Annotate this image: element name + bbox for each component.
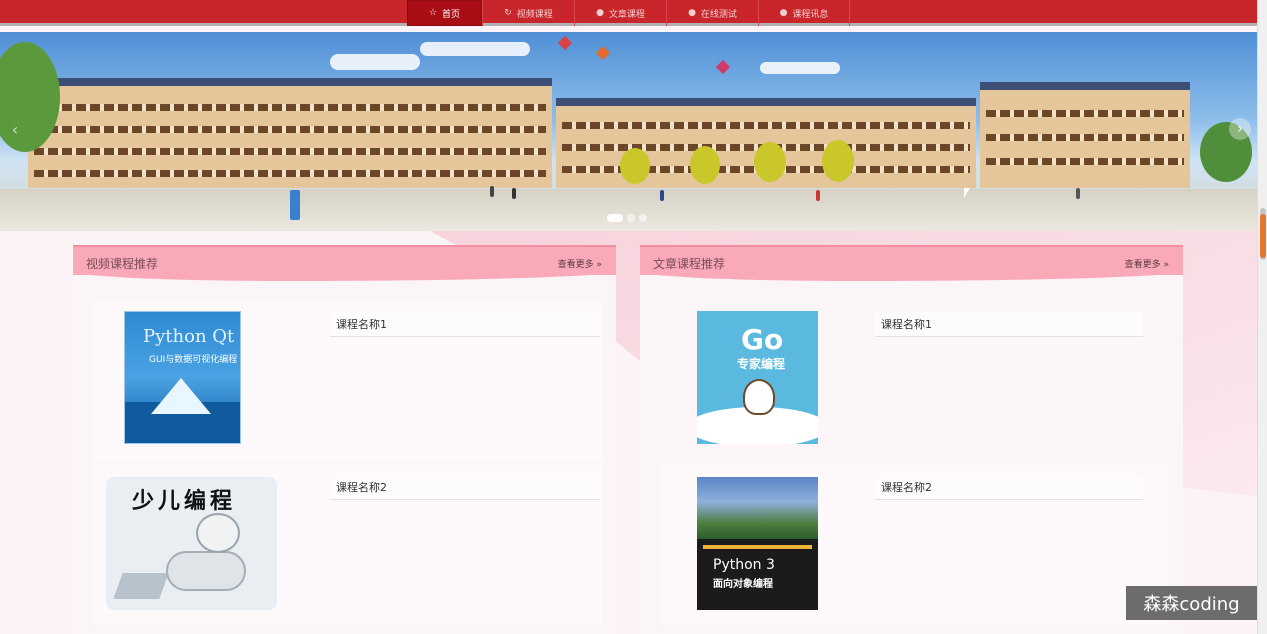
carousel-dot[interactable] <box>627 214 635 222</box>
course-cover-image[interactable]: 少儿编程 <box>106 477 277 610</box>
person <box>512 188 516 199</box>
refresh-icon: ↻ <box>504 8 512 18</box>
tree <box>754 142 786 182</box>
carousel-next-button[interactable]: › <box>1229 118 1251 140</box>
person <box>1076 188 1080 199</box>
cover-landscape <box>697 477 818 539</box>
cover-title: Go <box>741 323 784 356</box>
nav-item-label: 在线测试 <box>700 9 737 20</box>
watermark: 森森coding <box>1126 586 1257 620</box>
nav-item-online-test[interactable]: ● 在线测试 <box>666 0 758 26</box>
course-cover-image[interactable]: Go 专家编程 <box>697 311 818 444</box>
course-cover-image[interactable]: Python Qt GUI与数据可视化编程 <box>124 311 241 444</box>
cover-gopher <box>743 379 775 415</box>
panel-header: 文章课程推荐 查看更多 » <box>640 245 1183 281</box>
mouse-cursor <box>964 188 970 198</box>
nav-item-video-courses[interactable]: ↻ 视频课程 <box>482 0 574 26</box>
person <box>290 190 300 220</box>
cover-title: Python 3 <box>713 557 775 573</box>
nav-item-label: 首页 <box>442 9 461 20</box>
view-more-link[interactable]: 查看更多 » <box>558 257 602 270</box>
course-card[interactable]: Python Qt GUI与数据可视化编程 课程名称1 <box>92 302 602 462</box>
cover-subtitle: 专家编程 <box>737 357 786 371</box>
person <box>660 190 664 201</box>
double-chevron-right-icon: » <box>1163 260 1169 270</box>
question-circle-icon: ● <box>779 8 788 18</box>
nav-item-article-courses[interactable]: ● 文章课程 <box>574 0 666 26</box>
person <box>816 190 820 201</box>
school-building-right <box>980 82 1190 188</box>
course-name[interactable]: 课程名称2 <box>875 475 1143 500</box>
nav-item-course-news[interactable]: ● 课程讯息 <box>758 0 850 26</box>
cover-robot-body <box>166 551 246 591</box>
question-circle-icon: ● <box>596 8 604 18</box>
panel-header: 视频课程推荐 查看更多 » <box>73 245 616 281</box>
carousel-dot[interactable] <box>607 214 623 222</box>
cover-robot-head <box>196 513 240 553</box>
banner-carousel: ‹ › <box>0 32 1257 231</box>
cloud <box>330 54 420 70</box>
question-circle-icon: ● <box>688 8 696 18</box>
kite <box>595 45 611 61</box>
view-more-link[interactable]: 查看更多 » <box>1125 257 1169 270</box>
page-scrollbar[interactable] <box>1257 0 1267 634</box>
cover-iceberg <box>151 378 211 414</box>
double-chevron-right-icon: » <box>596 260 602 270</box>
course-name[interactable]: 课程名称2 <box>330 475 600 500</box>
tree <box>690 146 720 184</box>
tree <box>822 140 854 182</box>
nav-item-label: 课程讯息 <box>792 9 829 20</box>
cover-subtitle: 面向对象编程 <box>713 579 773 590</box>
panel-title: 文章课程推荐 <box>653 257 726 271</box>
cover-title: 少儿编程 <box>132 489 237 514</box>
cover-subtitle: GUI与数据可视化编程 <box>149 355 238 365</box>
view-more-label: 查看更多 <box>1124 260 1161 270</box>
cloud <box>420 42 530 56</box>
star-icon: ☆ <box>428 8 438 18</box>
kite <box>715 59 731 75</box>
ground <box>0 189 1257 231</box>
carousel-dots <box>607 214 647 222</box>
cover-laptop <box>113 573 169 599</box>
carousel-prev-button[interactable]: ‹ <box>6 120 24 142</box>
cover-strip <box>703 545 812 549</box>
school-building-left <box>28 78 552 188</box>
cloud <box>760 62 840 74</box>
cover-title: Python Qt <box>143 326 235 347</box>
course-name[interactable]: 课程名称1 <box>875 312 1143 337</box>
kite <box>557 35 573 51</box>
carousel-dot[interactable] <box>639 214 647 222</box>
course-name[interactable]: 课程名称1 <box>330 312 600 337</box>
nav-menu: ☆ 首页 ↻ 视频课程 ● 文章课程 ● 在线测试 ● 课程讯息 <box>407 0 850 26</box>
course-cover-image[interactable]: Python 3 面向对象编程 <box>697 477 818 610</box>
article-course-panel: 文章课程推荐 查看更多 » Go 专家编程 课程名称1 Python 3 面向对… <box>640 245 1183 634</box>
video-course-panel: 视频课程推荐 查看更多 » Python Qt GUI与数据可视化编程 课程名称… <box>73 245 616 634</box>
scrollbar-accent <box>1260 214 1266 258</box>
course-card[interactable]: Python 3 面向对象编程 课程名称2 <box>659 465 1169 625</box>
course-card[interactable]: 少儿编程 课程名称2 <box>92 465 602 625</box>
nav-item-label: 文章课程 <box>608 9 645 20</box>
nav-item-home[interactable]: ☆ 首页 <box>407 0 482 26</box>
view-more-label: 查看更多 <box>557 260 594 270</box>
top-nav: ☆ 首页 ↻ 视频课程 ● 文章课程 ● 在线测试 ● 课程讯息 <box>0 0 1257 26</box>
tree <box>620 148 650 184</box>
person <box>490 186 494 197</box>
panel-title: 视频课程推荐 <box>86 257 159 271</box>
course-card[interactable]: Go 专家编程 课程名称1 <box>659 302 1169 462</box>
nav-item-label: 视频课程 <box>516 9 553 20</box>
